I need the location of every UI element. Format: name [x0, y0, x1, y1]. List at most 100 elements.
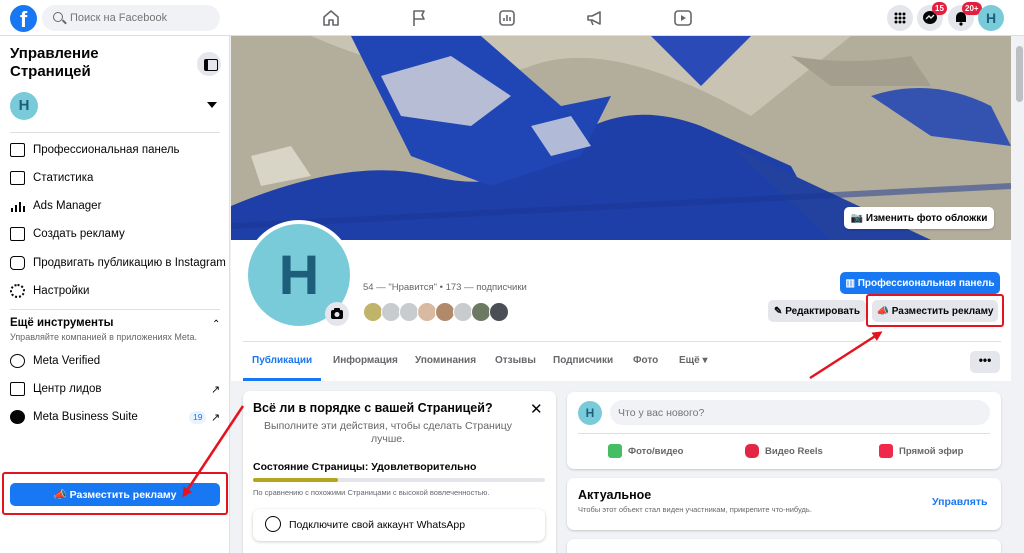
flag-icon[interactable] — [409, 9, 429, 27]
more-tools-subtitle: Управляйте компанией в приложениях Meta. — [10, 332, 197, 342]
connect-whatsapp-label: Подключите свой аккаунт WhatsApp — [289, 519, 466, 531]
sidebar-item-label: Meta Business Suite — [33, 411, 138, 423]
home-icon[interactable] — [321, 9, 341, 27]
more-tools-title: Ещё инструменты — [10, 317, 114, 329]
page-health-status: Состояние Страницы: Удовлетворительно — [253, 461, 477, 473]
composer-avatar-letter: H — [585, 406, 595, 420]
chevron-down-icon[interactable] — [207, 102, 217, 108]
next-card — [567, 539, 1001, 553]
manage-featured-link[interactable]: Управлять — [932, 496, 987, 508]
change-profile-picture-button[interactable] — [325, 302, 349, 326]
whats-new-input[interactable] — [610, 400, 990, 425]
pencil-icon: ✎ — [774, 305, 783, 317]
megaphone-icon: 📣 — [53, 489, 67, 501]
sidebar-item-settings[interactable]: Настройки — [8, 278, 222, 304]
sidebar-item-label: Создать рекламу — [33, 228, 125, 240]
tab-reviews[interactable]: Отзывы — [495, 355, 536, 366]
checklist-title: Всё ли в порядке с вашей Страницей? — [253, 401, 493, 415]
photo-icon — [608, 444, 622, 458]
chevron-up-icon[interactable]: ⌃ — [212, 319, 220, 330]
checklist-subtitle: Выполните эти действия, чтобы сделать Ст… — [264, 420, 512, 445]
scrollbar-thumb[interactable] — [1016, 46, 1023, 102]
avatar[interactable] — [399, 302, 419, 322]
tab-followers[interactable]: Подписчики — [553, 355, 613, 366]
search-input[interactable] — [70, 5, 215, 31]
notification-count-badge: 19 — [189, 411, 207, 424]
featured-title: Актуальное — [578, 488, 652, 502]
sidebar-item-label: Продвигать публикацию в Instagram — [33, 257, 226, 269]
messenger-badge: 15 — [932, 2, 947, 15]
stats-icon — [10, 171, 25, 185]
featured-subtitle: Чтобы этот объект стал виден участникам,… — [578, 505, 812, 514]
whatsapp-icon — [265, 516, 281, 532]
tab-mentions[interactable]: Упоминания — [415, 355, 476, 366]
avatar[interactable]: H — [578, 401, 602, 425]
sidebar-item-statistics[interactable]: Статистика — [8, 165, 222, 191]
profile-picture-letter: H — [278, 243, 320, 306]
bar-chart-icon — [10, 199, 25, 213]
avatar[interactable] — [471, 302, 491, 322]
chart-icon[interactable] — [497, 9, 517, 27]
avatar[interactable] — [381, 302, 401, 322]
divider — [243, 341, 1001, 342]
dashboard-icon — [10, 143, 25, 157]
scrollbar[interactable] — [1011, 36, 1024, 553]
avatar[interactable] — [489, 302, 509, 322]
leads-icon — [10, 382, 25, 396]
sidebar-item-label: Профессиональная панель — [33, 144, 180, 156]
sidebar-item-create-ad[interactable]: Создать рекламу — [8, 221, 222, 247]
account-avatar[interactable]: H — [978, 5, 1004, 31]
messenger-button[interactable]: 15 — [917, 2, 947, 31]
search-icon — [53, 12, 63, 22]
facebook-logo-icon[interactable]: f — [10, 5, 37, 32]
avatar[interactable] — [417, 302, 437, 322]
tab-about[interactable]: Информация — [333, 355, 398, 366]
notifications-button[interactable]: 20+ — [948, 2, 982, 31]
external-link-icon: ↗ — [211, 412, 221, 424]
divider — [10, 132, 220, 133]
close-icon[interactable]: ✕ — [530, 400, 543, 418]
sidebar-item-label: Статистика — [33, 172, 94, 184]
avatar[interactable] — [363, 302, 383, 322]
search-box[interactable] — [42, 5, 220, 31]
tab-photos[interactable]: Фото — [633, 355, 658, 366]
menu-grid-button[interactable] — [887, 5, 913, 31]
top-bar: f 15 20+ H — [0, 0, 1024, 36]
manage-page-sidebar: Управление Страницей H Профессиональная … — [0, 36, 230, 553]
dashboard-icon: ▥ — [845, 277, 855, 289]
promote-ad-label: Разместить рекламу — [891, 305, 994, 317]
sidebar-title: Управление Страницей — [10, 45, 99, 80]
connect-whatsapp-button[interactable]: Подключите свой аккаунт WhatsApp — [253, 509, 545, 541]
page-switcher-avatar[interactable]: H — [10, 92, 38, 120]
active-tab-indicator — [243, 378, 321, 381]
photo-video-label: Фото/видео — [628, 446, 684, 457]
sidebar-item-professional-dashboard[interactable]: Профессиональная панель — [8, 137, 222, 163]
sidebar-item-meta-verified[interactable]: Meta Verified — [8, 348, 222, 374]
edit-page-button[interactable]: ✎ Редактировать — [768, 300, 866, 322]
tab-posts[interactable]: Публикации — [252, 355, 312, 366]
promote-ad-button[interactable]: 📣 Разместить рекламу — [872, 300, 998, 322]
page-stats: 54 — "Нравится" • 173 — подписчики — [363, 282, 527, 293]
sidebar-item-label: Meta Verified — [33, 355, 101, 367]
more-options-button[interactable]: ••• — [970, 351, 1000, 373]
professional-dashboard-button[interactable]: ▥ Профессиональная панель — [840, 272, 1000, 294]
avatar[interactable] — [435, 302, 455, 322]
grid-icon — [894, 12, 906, 24]
external-link-icon: ↗ — [211, 384, 221, 396]
promote-ad-button-sidebar[interactable]: 📣 Разместить рекламу — [10, 483, 220, 506]
sidebar-item-leads-center[interactable]: Центр лидов ↗ — [8, 376, 222, 402]
gear-icon — [10, 284, 25, 298]
sidebar-item-label: Ads Manager — [33, 200, 102, 212]
sidebar-item-promote-instagram[interactable]: Продвигать публикацию в Instagram — [8, 250, 226, 276]
page-health-progress — [253, 478, 545, 482]
verified-icon — [10, 354, 25, 368]
avatar[interactable] — [453, 302, 473, 322]
sidebar-item-ads-manager[interactable]: Ads Manager — [8, 193, 222, 219]
tab-more[interactable]: Ещё ▾ — [679, 355, 707, 366]
video-icon[interactable] — [673, 9, 693, 27]
reels-label: Видео Reels — [765, 446, 823, 457]
sidebar-item-business-suite[interactable]: Meta Business Suite 19 ↗ — [8, 404, 222, 430]
megaphone-icon[interactable] — [585, 9, 605, 27]
sidebar-collapse-icon[interactable] — [197, 52, 221, 76]
edit-cover-photo-button[interactable]: 📷 Изменить фото обложки — [844, 207, 994, 229]
